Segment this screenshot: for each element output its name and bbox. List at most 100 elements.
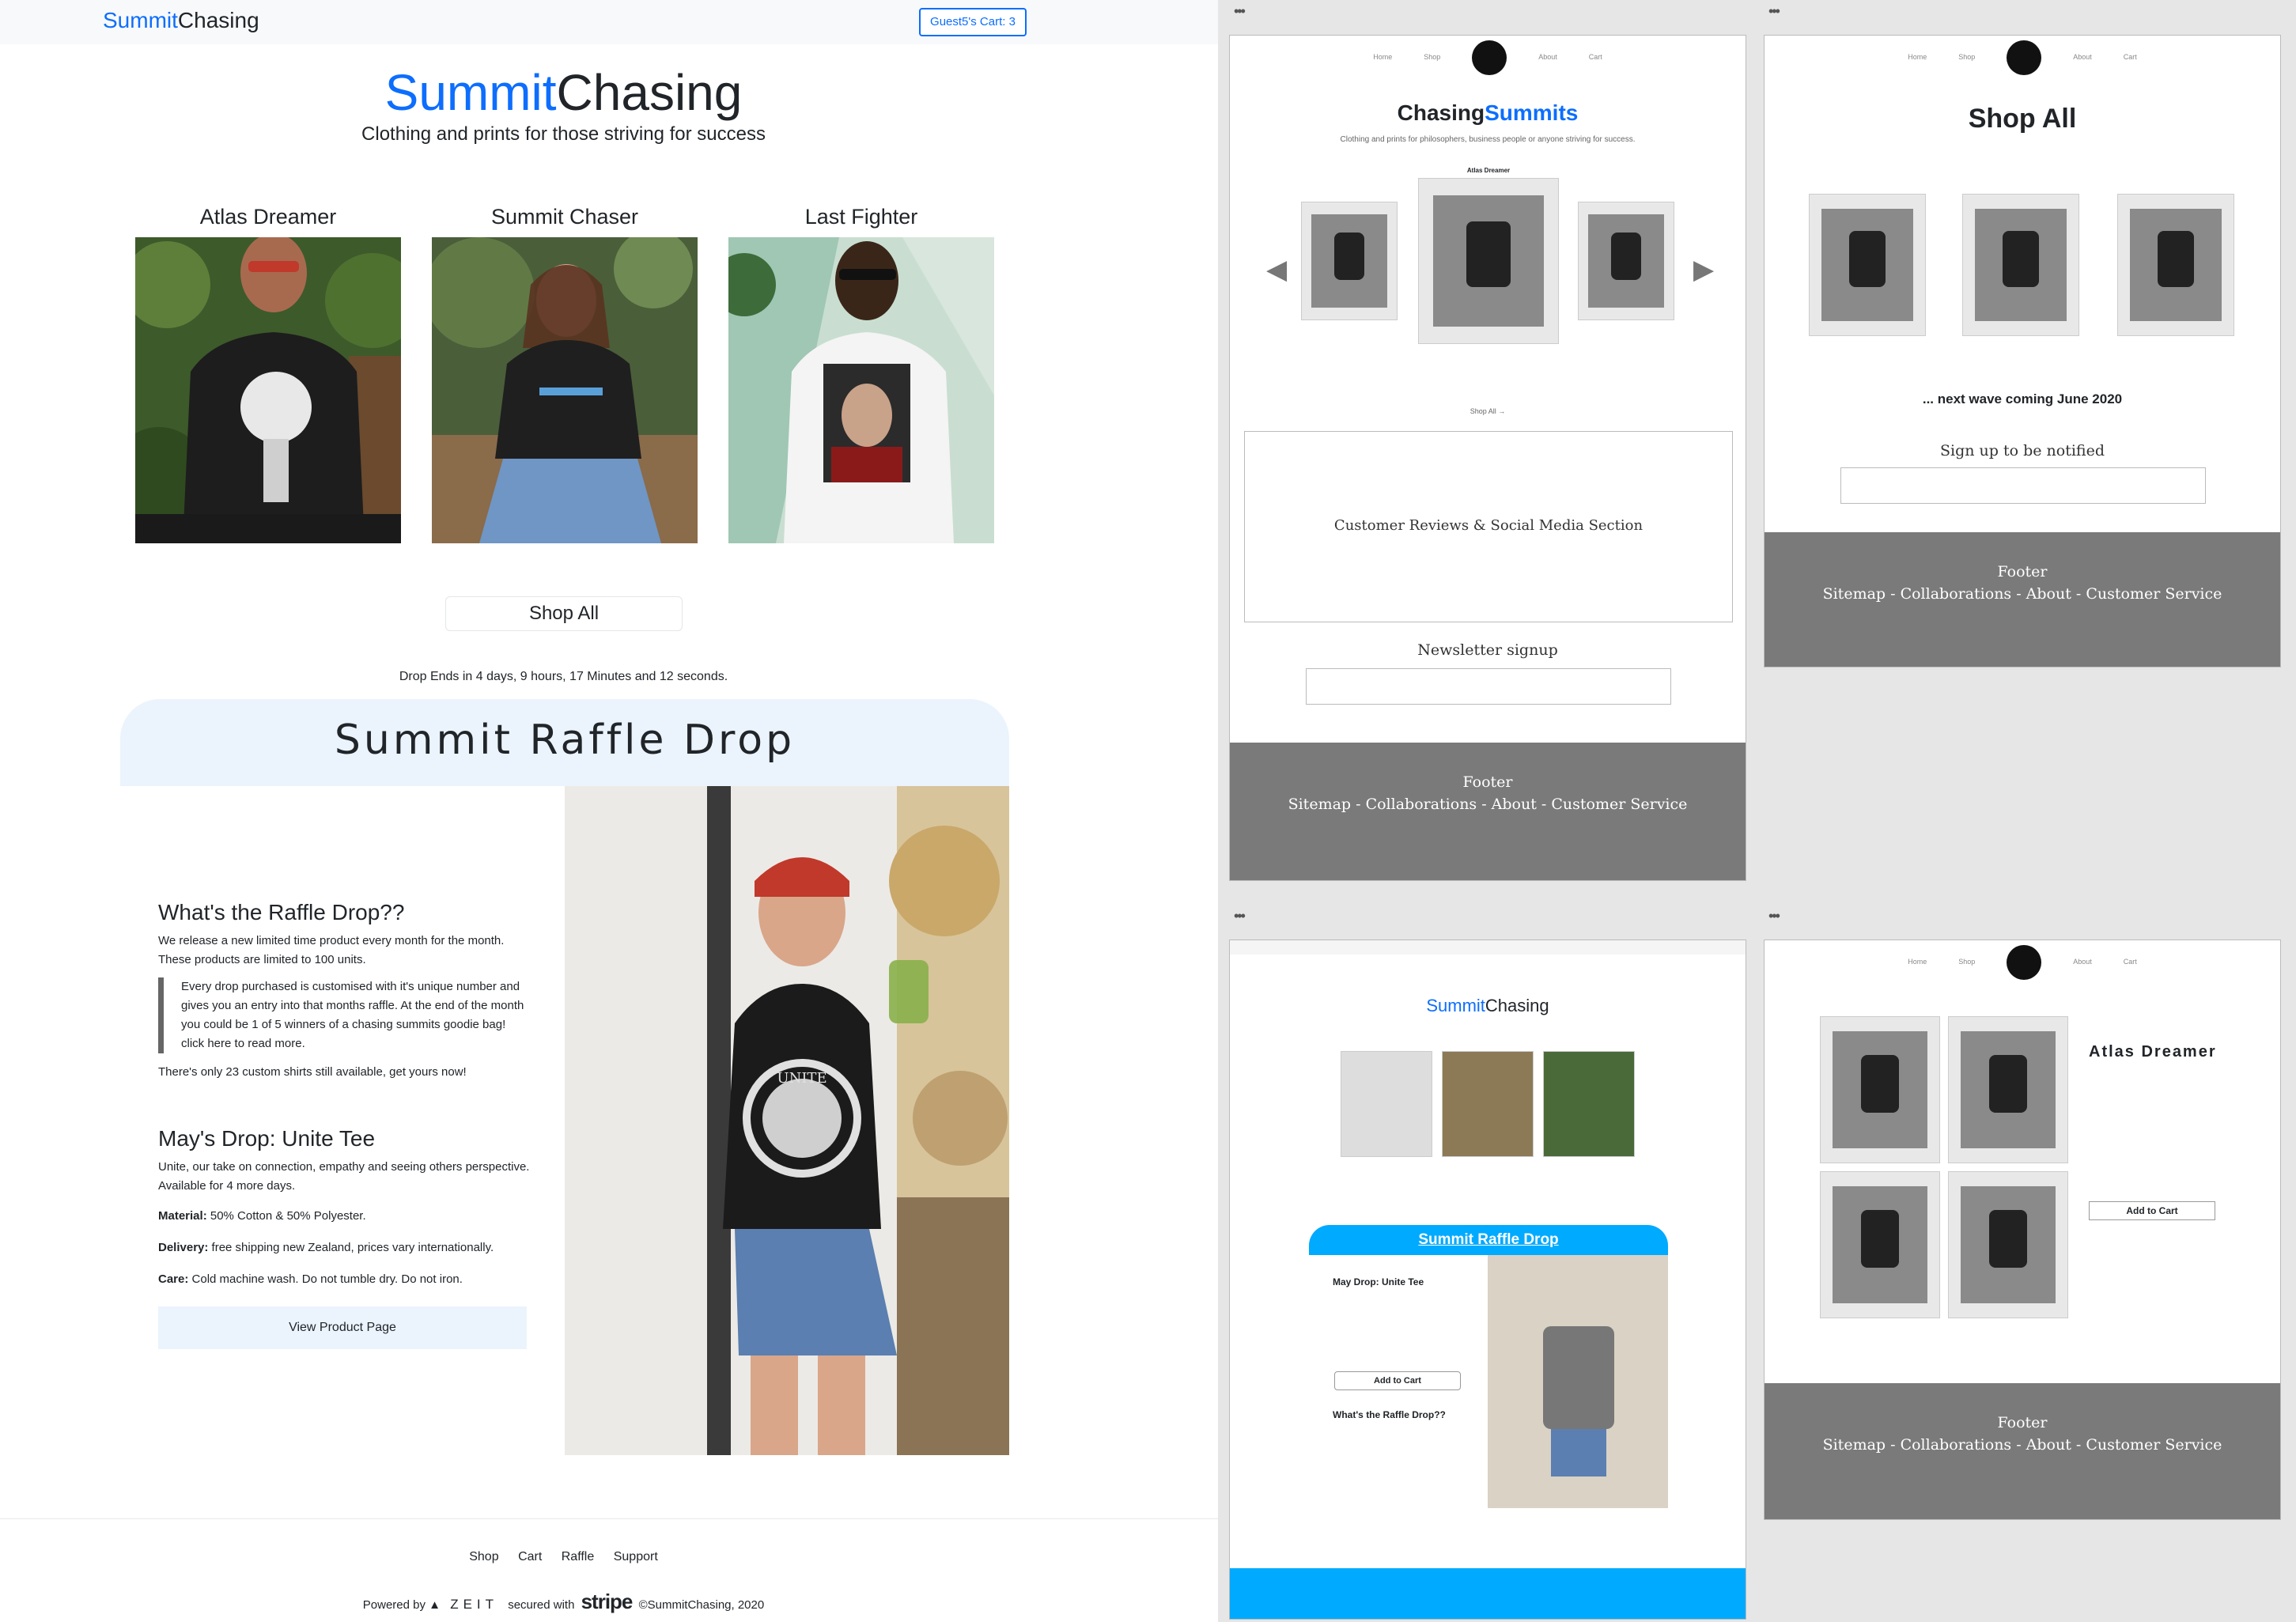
cart-button[interactable]: Guest5's Cart: 3: [919, 8, 1027, 36]
wireframe-shop: Home Shop About Cart Shop All ... next wave…: [1764, 35, 2281, 667]
wireframe-raffle-page: SummitChasing Summit Raffle Drop May Dro…: [1229, 940, 1746, 1620]
product-card-last-fighter[interactable]: Last Fighter: [728, 199, 994, 543]
powered-by-text: Powered by: [362, 1598, 426, 1612]
product-name: Summit Chaser: [490, 205, 639, 229]
wire-home-subtitle: Clothing and prints for philosophers, bu…: [1340, 135, 1636, 144]
wire-product-thumb: [1543, 1051, 1635, 1157]
wire-nav: Home Shop About Cart: [1765, 945, 2280, 980]
wire-shirt-card: [1809, 194, 1926, 336]
wire-mini-brand-part1: Summit: [1426, 996, 1485, 1015]
wire-nav-home: Home: [1908, 958, 1927, 966]
wire-shirt-card-featured: [1418, 178, 1559, 344]
nav-brand-part1: Summit: [103, 8, 178, 32]
wire-footer-links: Sitemap - Collaborations - About - Custo…: [1822, 1436, 2222, 1454]
window-dots-icon: •••: [1768, 908, 1780, 924]
care-label: Care:: [158, 1272, 189, 1286]
material-value: 50% Cotton & 50% Polyester.: [210, 1209, 366, 1223]
wire-footer-title: Footer: [1997, 563, 2048, 580]
care-value: Cold machine wash. Do not tumble dry. Do…: [191, 1272, 463, 1286]
wire-shop-all: Shop All →: [1470, 407, 1506, 415]
delivery-label: Delivery:: [158, 1241, 209, 1254]
wire-home-title-part1: Chasing: [1397, 100, 1485, 125]
mountain-logo-icon: [2007, 945, 2042, 980]
wire-raffle-header: Summit Raffle Drop: [1309, 1225, 1668, 1255]
product-photo-last-fighter[interactable]: [728, 237, 994, 543]
window-dots-icon: •••: [1768, 3, 1780, 19]
product-card-atlas-dreamer[interactable]: Atlas Dreamer: [135, 199, 401, 543]
wire-shirt-card: [1301, 202, 1398, 320]
wire-nav-shop: Shop: [1424, 53, 1441, 62]
raffle-title: Summit Raffle Drop: [334, 716, 796, 764]
stripe-logo[interactable]: stripe: [581, 1590, 634, 1613]
wire-footer-title: Footer: [1997, 1414, 2048, 1431]
raffle-info-section: What's the Raffle Drop?? We release a ne…: [158, 900, 530, 1082]
wire-footer-links: Sitemap - Collaborations - About - Custo…: [1288, 796, 1688, 813]
copyright-text: ©SummitChasing, 2020: [638, 1598, 765, 1612]
raffle-quote: Every drop purchased is customised with …: [158, 977, 530, 1053]
raffle-header: Summit Raffle Drop: [120, 699, 1009, 786]
last-fighter-image: [728, 237, 994, 543]
wireframes-panel: ••• Home Shop About Cart ChasingSummits Clo…: [1218, 0, 2296, 1622]
wire-home-title-part2: Summits: [1485, 100, 1579, 125]
wire-coming-text: ... next wave coming June 2020: [1922, 391, 2123, 406]
product-photo-atlas-dreamer[interactable]: [135, 237, 401, 543]
drop-info-section: May's Drop: Unite Tee Unite, our take on…: [158, 1126, 530, 1289]
wire-product-thumb: [1341, 1051, 1432, 1157]
raffle-quote-text[interactable]: Every drop purchased is customised with …: [181, 977, 530, 1053]
wire-product-image: [1820, 1171, 1940, 1318]
footer-link-shop[interactable]: Shop: [469, 1550, 498, 1563]
drop-text: Unite, our take on connection, empathy a…: [158, 1160, 530, 1193]
wire-product-add-to-cart: Add to Cart: [2089, 1201, 2215, 1220]
product-card-summit-chaser[interactable]: Summit Chaser: [432, 199, 698, 543]
wire-nav: Home Shop About Cart: [1765, 40, 2280, 75]
wire-nav-cart: Cart: [2123, 53, 2137, 62]
footer-credit: Powered by ▲ ZEIT secured with stripe ©S…: [0, 1590, 1127, 1614]
summit-chaser-image: [432, 237, 698, 543]
wire-shirt-card: [1962, 194, 2079, 336]
product-name: Atlas Dreamer: [199, 205, 337, 229]
wire-product-image: [1948, 1016, 2068, 1163]
hero-title-part1: Summit: [384, 64, 557, 121]
wire-product-title: Atlas Dreamer: [2089, 1043, 2217, 1061]
raffle-model-photo: UNITE: [565, 786, 1009, 1455]
window-dots-icon: •••: [1234, 908, 1246, 924]
raffle-stock-text: There's only 23 custom shirts still avai…: [158, 1065, 467, 1079]
carousel-left-arrow-icon: ◀: [1266, 255, 1288, 285]
wire-mini-footer: [1230, 1568, 1746, 1619]
wire-product-thumb: [1442, 1051, 1534, 1157]
product-photo-summit-chaser[interactable]: [432, 237, 698, 543]
drop-heading: May's Drop: Unite Tee: [158, 1126, 376, 1151]
wire-shirt-card: [1578, 202, 1674, 320]
wireframe-product: Home Shop About Cart Atlas Dreamer Add to C…: [1764, 940, 2281, 1520]
nav-brand-part2: Chasing: [177, 8, 259, 32]
footer-link-cart[interactable]: Cart: [518, 1550, 542, 1563]
wire-mini-brand-part2: Chasing: [1485, 996, 1549, 1015]
footer-link-support[interactable]: Support: [614, 1550, 658, 1563]
wire-home-title: ChasingSummits: [1230, 100, 1746, 126]
wire-reviews-box: Customer Reviews & Social Media Section: [1244, 431, 1733, 622]
shirt-print-text: UNITE: [777, 1070, 826, 1087]
nav-brand[interactable]: SummitChasing: [103, 8, 259, 33]
zeit-logo[interactable]: ZEIT: [450, 1597, 498, 1612]
view-product-button[interactable]: View Product Page: [158, 1306, 527, 1349]
wire-nav-about: About: [1538, 53, 1557, 62]
navbar: SummitChasing Guest5's Cart: 3: [0, 0, 1218, 44]
drop-delivery: Delivery: free shipping new Zealand, pri…: [158, 1238, 530, 1257]
shop-all-button[interactable]: Shop All: [445, 596, 683, 631]
raffle-what-text: We release a new limited time product ev…: [158, 934, 505, 966]
zeit-triangle-icon: ▲: [429, 1598, 441, 1612]
wire-nav-home: Home: [1373, 53, 1393, 62]
wire-signup-input: [1840, 467, 2206, 504]
wire-nav-about: About: [2073, 53, 2092, 62]
footer-link-raffle[interactable]: Raffle: [562, 1550, 595, 1563]
wire-nav-home: Home: [1908, 53, 1927, 62]
wire-signup-label: Sign up to be notified: [1940, 442, 2105, 459]
drop-countdown: Drop Ends in 4 days, 9 hours, 17 Minutes…: [399, 670, 728, 683]
wire-nav-cart: Cart: [2123, 958, 2137, 966]
wireframe-home: Home Shop About Cart ChasingSummits Clothin…: [1229, 35, 1746, 881]
material-label: Material:: [158, 1209, 207, 1223]
hero-subtitle: Clothing and prints for those striving f…: [361, 123, 766, 145]
wire-footer: Footer Sitemap - Collaborations - About …: [1230, 743, 1746, 880]
footer-links: Shop Cart Raffle Support: [0, 1550, 1127, 1564]
product-name: Last Fighter: [804, 205, 918, 229]
